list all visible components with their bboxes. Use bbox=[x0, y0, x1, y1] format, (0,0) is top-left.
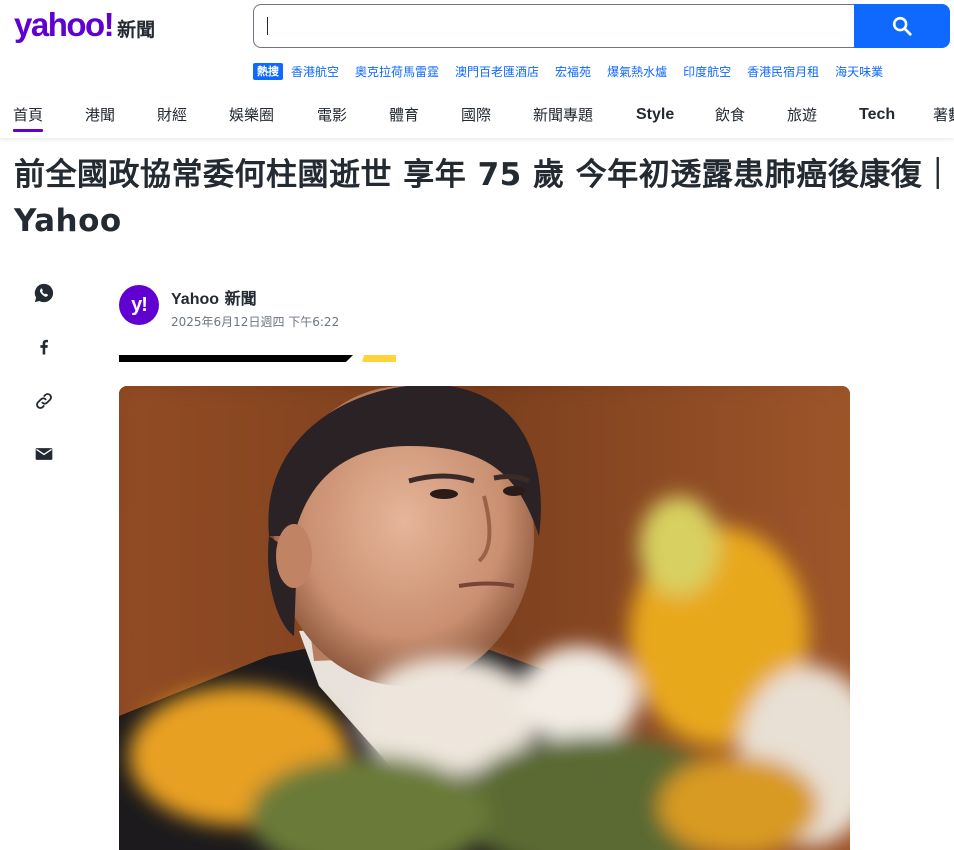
share-whatsapp-button[interactable] bbox=[32, 281, 56, 305]
link-icon bbox=[36, 393, 52, 409]
logo-wordmark: yahoo! bbox=[14, 6, 115, 43]
nav-item-style[interactable]: Style bbox=[636, 96, 674, 134]
trending-item[interactable]: 香港民宿月租 bbox=[747, 63, 819, 80]
publish-date: 2025年6月12日週四 下午6:22 bbox=[171, 315, 340, 329]
trending-item[interactable]: 海天味業 bbox=[835, 63, 883, 80]
facebook-icon bbox=[40, 339, 48, 355]
article-photo[interactable] bbox=[119, 386, 850, 850]
search-box[interactable] bbox=[253, 4, 855, 48]
author-name-en: Yahoo bbox=[171, 291, 220, 308]
trending-item[interactable]: 爆氣熱水爐 bbox=[607, 63, 667, 80]
main-nav: 首頁 港聞 財經 娛樂圈 電影 體育 國際 新聞專題 Style 飲食 旅遊 T… bbox=[0, 96, 954, 134]
photo-illustration bbox=[119, 386, 850, 850]
yahoo-news-logo[interactable]: yahoo! 新聞 bbox=[14, 6, 155, 46]
avatar-logo-text: y! bbox=[131, 293, 148, 316]
trending-searches: 熱搜 香港航空 奧克拉荷馬雷霆 澳門百老匯酒店 宏福苑 爆氣熱水爐 印度航空 香… bbox=[253, 62, 954, 80]
search-input[interactable] bbox=[254, 5, 855, 47]
mail-icon bbox=[35, 448, 53, 460]
nav-item-home[interactable]: 首頁 bbox=[13, 96, 44, 134]
trending-item[interactable]: 印度航空 bbox=[683, 63, 731, 80]
nav-item-world[interactable]: 國際 bbox=[461, 96, 491, 134]
nav-item-travel[interactable]: 旅遊 bbox=[787, 96, 817, 134]
author-name-zh: 新聞 bbox=[224, 289, 257, 308]
divider-accent bbox=[362, 355, 396, 362]
nav-item-sports[interactable]: 體育 bbox=[389, 96, 419, 134]
share-email-button[interactable] bbox=[32, 442, 56, 466]
share-facebook-button[interactable] bbox=[32, 335, 56, 359]
nav-item-entertainment[interactable]: 娛樂圈 bbox=[229, 96, 274, 134]
trending-item[interactable]: 奧克拉荷馬雷霆 bbox=[355, 63, 439, 80]
nav-item-features[interactable]: 新聞專題 bbox=[533, 96, 593, 134]
author-avatar[interactable]: y! bbox=[119, 285, 159, 325]
site-header: yahoo! 新聞 熱搜 香港航空 奧克拉荷馬雷霆 澳門百老匯酒店 宏福苑 爆氣… bbox=[0, 0, 954, 138]
trending-item[interactable]: 宏福苑 bbox=[555, 63, 591, 80]
copy-link-button[interactable] bbox=[32, 389, 56, 413]
search-icon bbox=[892, 16, 912, 36]
trending-item[interactable]: 香港航空 bbox=[291, 63, 339, 80]
nav-item-hk-news[interactable]: 港聞 bbox=[85, 96, 115, 134]
nav-item-food[interactable]: 飲食 bbox=[715, 96, 745, 134]
trending-item[interactable]: 澳門百老匯酒店 bbox=[455, 63, 539, 80]
search-button[interactable] bbox=[854, 4, 950, 48]
text-caret bbox=[267, 17, 268, 35]
nav-item-tech[interactable]: Tech bbox=[859, 96, 895, 134]
divider-bar bbox=[119, 355, 353, 362]
whatsapp-icon bbox=[34, 283, 54, 303]
logo-section-label: 新聞 bbox=[117, 19, 156, 41]
nav-item-movies[interactable]: 電影 bbox=[317, 96, 347, 134]
author-name[interactable]: Yahoo 新聞 bbox=[171, 285, 257, 309]
nav-item-deals[interactable]: 著數 bbox=[933, 96, 954, 134]
trending-badge: 熱搜 bbox=[253, 62, 283, 80]
nav-item-finance[interactable]: 財經 bbox=[157, 96, 187, 134]
article-headline: 前全國政協常委何柱國逝世 享年 75 歲 今年初透露患肺癌後康復｜Yahoo bbox=[14, 157, 954, 239]
